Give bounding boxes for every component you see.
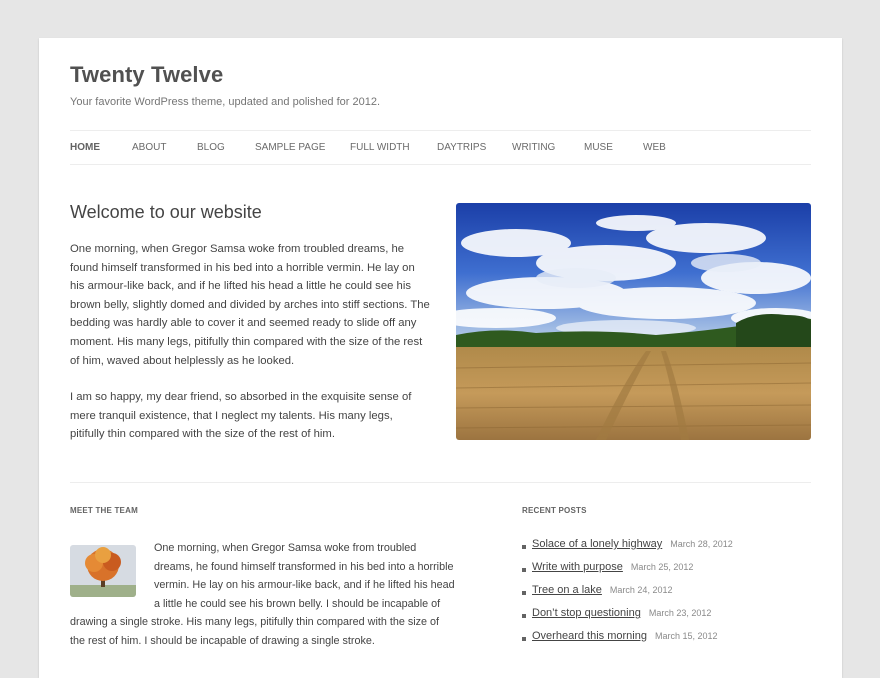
list-item: Overheard this morning March 15, 2012 xyxy=(522,630,812,653)
post-link[interactable]: Solace of a lonely highway xyxy=(532,538,662,550)
list-item: Tree on a lake March 24, 2012 xyxy=(522,584,812,607)
recent-posts-list: Solace of a lonely highway March 28, 2012… xyxy=(522,538,812,653)
section-divider xyxy=(70,482,811,483)
recent-posts-heading: RECENT POSTS xyxy=(522,506,587,515)
welcome-paragraph: One morning, when Gregor Samsa woke from… xyxy=(70,243,430,367)
nav-item-web[interactable]: WEB xyxy=(643,142,666,153)
nav-item-about[interactable]: ABOUT xyxy=(132,142,166,153)
post-date: March 15, 2012 xyxy=(654,631,718,641)
main-navigation: HOME ABOUT BLOG SAMPLE PAGE FULL WIDTH D… xyxy=(70,130,811,165)
welcome-paragraph: I am so happy, my dear friend, so absorb… xyxy=(70,391,412,441)
nav-item-full-width[interactable]: FULL WIDTH xyxy=(350,142,410,153)
post-date: March 23, 2012 xyxy=(648,608,712,618)
nav-item-daytrips[interactable]: DAYTRIPS xyxy=(437,142,486,153)
meet-the-team-heading: MEET THE TEAM xyxy=(70,506,138,515)
nav-item-writing[interactable]: WRITING xyxy=(512,142,555,153)
post-date: March 24, 2012 xyxy=(609,585,673,595)
nav-item-blog[interactable]: BLOG xyxy=(197,142,225,153)
site-title[interactable]: Twenty Twelve xyxy=(70,62,223,88)
nav-item-muse[interactable]: MUSE xyxy=(584,142,613,153)
site-description: Your favorite WordPress theme, updated a… xyxy=(70,96,381,108)
welcome-heading: Welcome to our website xyxy=(70,202,262,222)
page-container: Twenty Twelve Your favorite WordPress th… xyxy=(39,38,842,678)
post-link[interactable]: Tree on a lake xyxy=(532,584,602,596)
post-link[interactable]: Don’t stop questioning xyxy=(532,607,641,619)
welcome-body: One morning, when Gregor Samsa woke from… xyxy=(70,240,430,462)
autumn-tree-image xyxy=(70,545,136,597)
nav-item-sample-page[interactable]: SAMPLE PAGE xyxy=(255,142,325,153)
post-link[interactable]: Write with purpose xyxy=(532,561,623,573)
list-item: Don’t stop questioning March 23, 2012 xyxy=(522,607,812,630)
nav-item-home[interactable]: HOME xyxy=(70,142,100,153)
list-item: Solace of a lonely highway March 28, 2012 xyxy=(522,538,812,561)
list-item: Write with purpose March 25, 2012 xyxy=(522,561,812,584)
post-date: March 28, 2012 xyxy=(670,539,733,549)
post-date: March 25, 2012 xyxy=(630,562,694,572)
wheat-field-landscape-image xyxy=(456,203,811,440)
post-link[interactable]: Overheard this morning xyxy=(532,630,647,642)
